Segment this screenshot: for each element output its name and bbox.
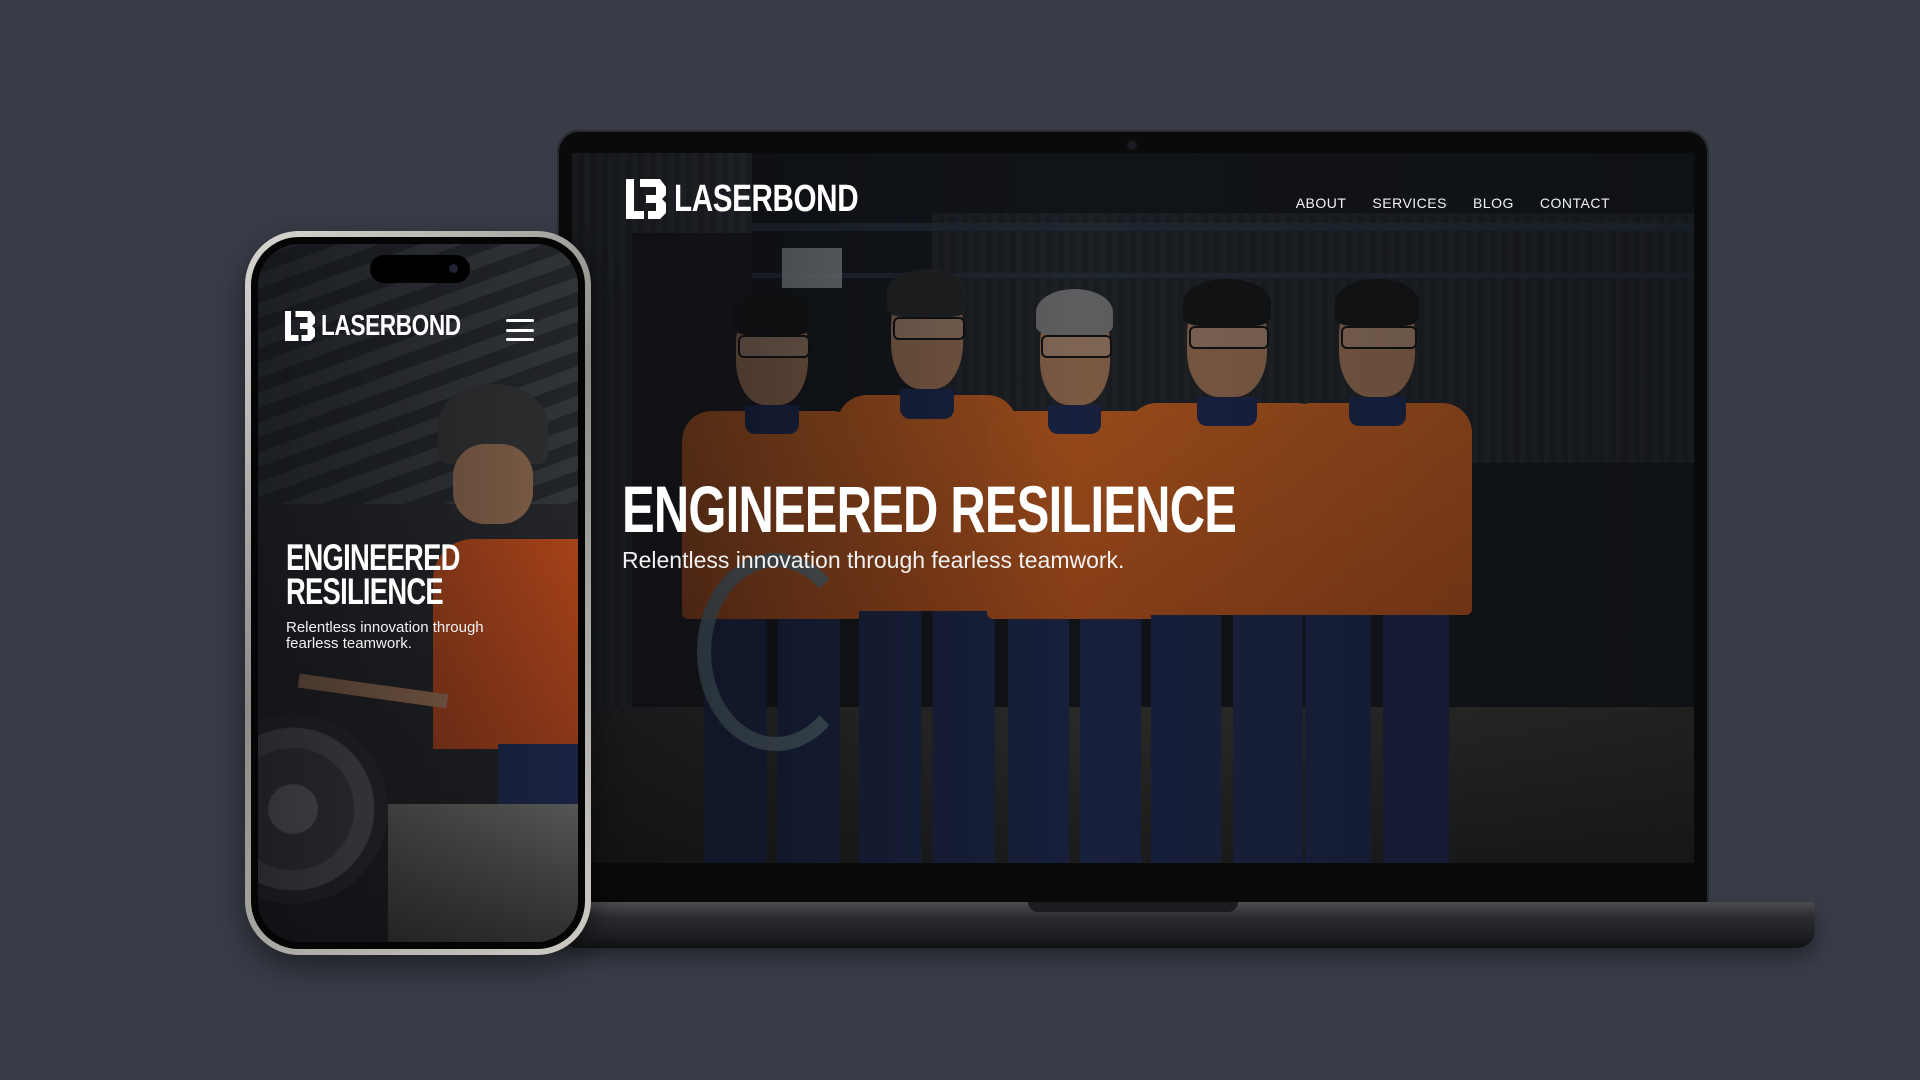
hamburger-menu-icon[interactable] [506, 319, 534, 341]
nav-services[interactable]: SERVICES [1372, 195, 1447, 211]
nav-about[interactable]: ABOUT [1296, 195, 1347, 211]
site-header: LASERBOND ABOUT SERVICES BLOG CONTACT [572, 153, 1694, 263]
front-camera-icon [449, 264, 458, 273]
mobile-hero-title-line2: RESILIENCE [286, 571, 444, 612]
laserbond-logo-icon [285, 311, 315, 341]
mobile-hero-subtitle-line1: Relentless innovation through [286, 619, 484, 636]
mobile-brand-name: LASERBOND [321, 309, 461, 342]
desktop-website: LASERBOND ABOUT SERVICES BLOG CONTACT EN… [572, 153, 1694, 863]
hero-title: ENGINEERED RESILIENCE [622, 472, 1237, 546]
site-logo[interactable]: LASERBOND [622, 175, 910, 223]
nav-contact[interactable]: CONTACT [1540, 195, 1610, 211]
laptop-hinge-notch [1028, 902, 1238, 912]
mockup-stage: LASERBOND ABOUT SERVICES BLOG CONTACT EN… [0, 0, 1920, 1080]
laptop-camera [1128, 141, 1136, 149]
laserbond-logo-icon [626, 179, 666, 219]
primary-nav: ABOUT SERVICES BLOG CONTACT [1296, 195, 1610, 211]
mobile-hero-subtitle-line2: fearless teamwork. [286, 635, 412, 652]
brand-name: LASERBOND [674, 177, 859, 220]
mobile-hero-subtitle: Relentless innovation through fearless t… [286, 620, 484, 652]
hero-subtitle: Relentless innovation through fearless t… [622, 547, 1125, 573]
mobile-hero-title-line1: ENGINEERED [286, 537, 460, 578]
mobile-site-logo[interactable]: LASERBOND [282, 308, 500, 344]
mobile-hero-title: ENGINEERED RESILIENCE [286, 537, 460, 612]
mobile-website: LASERBOND ENGINEERED RESILIENCE Relentle… [258, 244, 578, 942]
nav-blog[interactable]: BLOG [1473, 195, 1514, 211]
